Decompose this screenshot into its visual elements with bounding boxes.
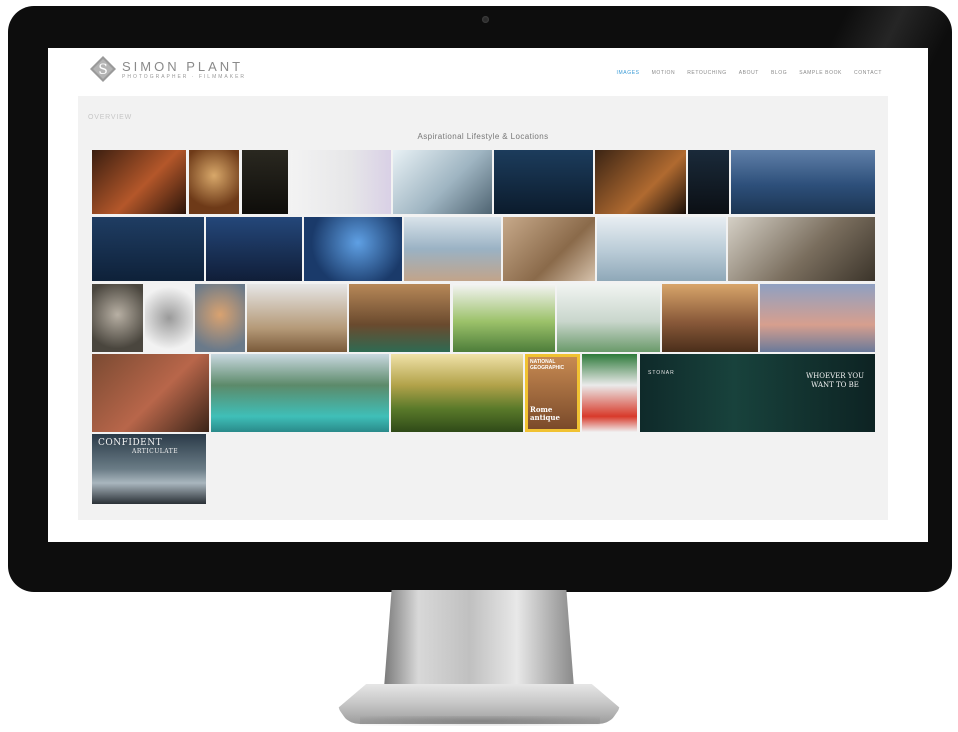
nav-motion[interactable]: MOTION	[652, 70, 676, 76]
logo-diamond-icon[interactable]: S	[90, 56, 116, 82]
browser-viewport: S SIMON PLANT PHOTOGRAPHER · FILMMAKER I…	[48, 48, 928, 542]
nav-sample-book[interactable]: SAMPLE BOOK	[799, 70, 842, 76]
photo-thumbnail[interactable]	[349, 284, 450, 352]
photo-thumbnail[interactable]	[206, 217, 302, 281]
gallery-panel: OVERVIEW Aspirational Lifestyle & Locati…	[78, 96, 888, 520]
nav-images[interactable]: IMAGES	[617, 70, 640, 76]
site-header: S SIMON PLANT PHOTOGRAPHER · FILMMAKER I…	[48, 48, 928, 92]
photo-thumbnail[interactable]	[145, 284, 193, 352]
stonar-ad-thumbnail[interactable]: STONAR WHOEVER YOU WANT TO BE	[640, 354, 875, 432]
photo-thumbnail[interactable]	[92, 217, 204, 281]
monitor-frame: S SIMON PLANT PHOTOGRAPHER · FILMMAKER I…	[8, 6, 952, 592]
photo-thumbnail[interactable]	[92, 284, 143, 352]
photo-thumbnail[interactable]	[211, 354, 389, 432]
natgeo-cover-thumbnail[interactable]: NATIONAL GEOGRAPHIC Rome antique	[525, 354, 580, 432]
photo-thumbnail[interactable]	[189, 150, 239, 214]
confident-subtitle: ARTICULATE	[132, 448, 179, 455]
photo-thumbnail[interactable]	[688, 150, 729, 214]
photo-thumbnail[interactable]	[760, 284, 875, 352]
brand-tagline: PHOTOGRAPHER · FILMMAKER	[122, 74, 247, 80]
confident-title: CONFIDENT	[98, 438, 163, 448]
photo-thumbnail[interactable]	[494, 150, 593, 214]
magazine-thumbnail[interactable]	[582, 354, 637, 432]
photo-thumbnail[interactable]	[728, 217, 875, 281]
photo-thumbnail[interactable]	[453, 284, 555, 352]
photo-thumbnail[interactable]	[242, 150, 288, 214]
monitor-stand-neck	[384, 590, 574, 688]
nav-blog[interactable]: BLOG	[771, 70, 787, 76]
stonar-brand: STONAR	[648, 370, 675, 376]
nav-retouching[interactable]: RETOUCHING	[687, 70, 727, 76]
photo-thumbnail[interactable]	[391, 354, 523, 432]
natgeo-cover-title: NATIONAL GEOGRAPHIC	[530, 359, 565, 371]
breadcrumb-overview[interactable]: OVERVIEW	[88, 114, 132, 121]
photo-thumbnail[interactable]	[595, 150, 686, 214]
photo-thumbnail[interactable]	[404, 217, 501, 281]
photo-thumbnail[interactable]	[291, 150, 391, 214]
photo-thumbnail[interactable]	[92, 354, 209, 432]
photo-thumbnail[interactable]	[92, 150, 186, 214]
webcam	[482, 16, 489, 23]
main-nav: IMAGES MOTION RETOUCHING ABOUT BLOG SAMP…	[617, 70, 882, 76]
gallery-title: Aspirational Lifestyle & Locations	[417, 132, 549, 141]
photo-thumbnail[interactable]	[304, 217, 402, 281]
photo-thumbnail[interactable]	[247, 284, 347, 352]
photo-thumbnail[interactable]	[557, 284, 660, 352]
confident-ad-thumbnail[interactable]: CONFIDENT ARTICULATE	[92, 434, 206, 504]
photo-thumbnail[interactable]	[662, 284, 758, 352]
photo-thumbnail[interactable]	[597, 217, 726, 281]
photo-thumbnail[interactable]	[393, 150, 492, 214]
brand-name[interactable]: SIMON PLANT	[122, 59, 243, 74]
natgeo-cover-headline: Rome antique	[530, 405, 560, 422]
photo-thumbnail[interactable]	[731, 150, 875, 214]
stonar-headline: WHOEVER YOU WANT TO BE	[805, 372, 865, 389]
svg-text:S: S	[98, 62, 108, 78]
stand-shadow	[360, 716, 600, 726]
photo-thumbnail[interactable]	[195, 284, 245, 352]
photo-thumbnail[interactable]	[503, 217, 595, 281]
nav-about[interactable]: ABOUT	[739, 70, 759, 76]
nav-contact[interactable]: CONTACT	[854, 70, 882, 76]
